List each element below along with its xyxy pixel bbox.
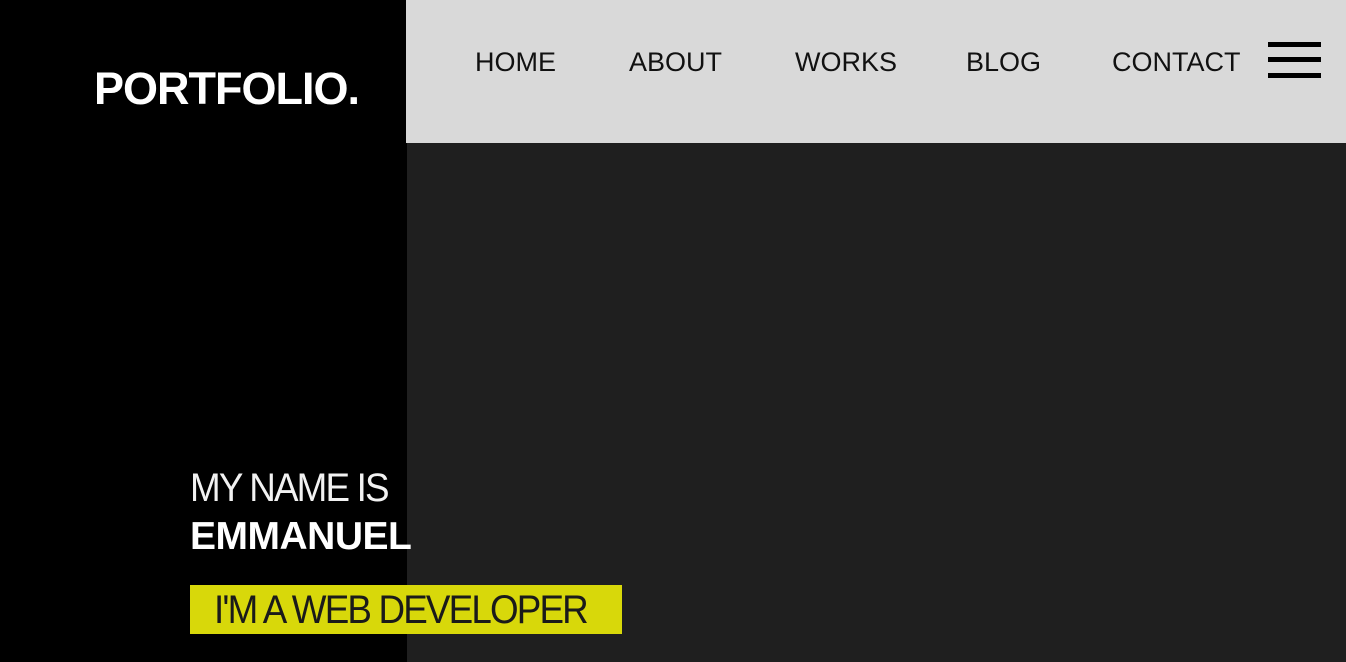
hero-intro-text: MY NAME IS	[190, 466, 390, 510]
role-badge: I'M A WEB DEVELOPER	[190, 585, 622, 634]
role-text: I'M A WEB DEVELOPER	[214, 588, 589, 632]
nav-link-works[interactable]: WORKS	[795, 45, 897, 79]
menu-bar-bottom	[1268, 73, 1321, 78]
menu-bar-top	[1268, 42, 1321, 47]
portfolio-page: PORTFOLIO. HOME ABOUT WORKS BLOG CONTACT…	[0, 0, 1346, 662]
nav-link-blog[interactable]: BLOG	[966, 45, 1041, 79]
hamburger-menu-icon[interactable]	[1268, 42, 1321, 78]
nav-link-about[interactable]: ABOUT	[629, 45, 722, 79]
nav-link-contact[interactable]: CONTACT	[1112, 45, 1241, 79]
site-logo[interactable]: PORTFOLIO.	[94, 66, 360, 111]
hero-name: EMMANUEL	[190, 515, 412, 558]
nav-link-home[interactable]: HOME	[475, 45, 556, 79]
menu-bar-middle	[1268, 57, 1321, 62]
